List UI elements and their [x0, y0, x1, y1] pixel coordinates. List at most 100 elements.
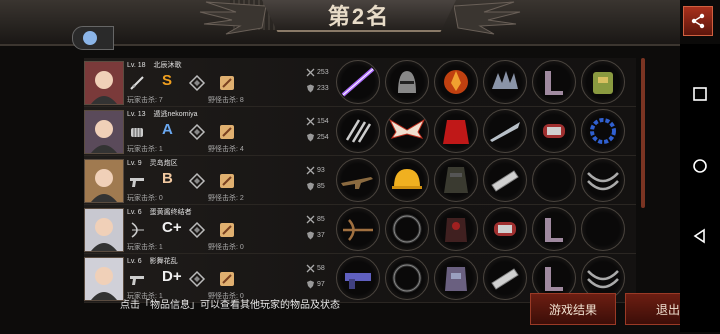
- crossbow-icon: [343, 219, 373, 241]
- item-slot[interactable]: [483, 207, 527, 251]
- defense-value: 85: [317, 183, 325, 190]
- item-slot[interactable]: [532, 109, 576, 153]
- bracer-icon: [543, 124, 565, 138]
- bow-icon: [131, 222, 144, 238]
- item-slot[interactable]: [581, 158, 625, 202]
- item-slot[interactable]: [434, 256, 478, 300]
- bracer-icon: [494, 222, 516, 236]
- item-slot[interactable]: [483, 109, 527, 153]
- pistol-icon: [130, 178, 144, 187]
- avatar[interactable]: [84, 257, 124, 301]
- item-slot[interactable]: [581, 60, 625, 104]
- defense-value: 233: [317, 85, 329, 92]
- item-slot[interactable]: [336, 158, 380, 202]
- item-slot[interactable]: [581, 207, 625, 251]
- red-cape-icon: [443, 120, 469, 144]
- item-info-icon[interactable]: [218, 270, 236, 288]
- item-slot[interactable]: [434, 158, 478, 202]
- right-wing-ornament: [454, 1, 521, 35]
- item-slot[interactable]: [532, 158, 576, 202]
- monster-kills: 野怪击杀: 8: [208, 97, 244, 104]
- player-row[interactable]: Lv. 6 蛋黄酱终结者 C+ 玩家击杀: 1 野怪击杀: 0 85 37: [84, 205, 636, 254]
- item-slot[interactable]: [434, 109, 478, 153]
- left-wing-ornament: [199, 1, 266, 35]
- player-row[interactable]: Lv. 13 遁逃nekomiya A 玩家击杀: 1 野怪击杀: 4 154 …: [84, 107, 636, 156]
- blaster-icon: [345, 273, 371, 289]
- rank-emblem-icon: [188, 270, 206, 288]
- swords-icon: [306, 264, 315, 273]
- rank-emblem-icon: [188, 172, 206, 190]
- weapon-type-icon: [128, 270, 146, 288]
- defense-stat: 254: [306, 133, 329, 142]
- item-slot[interactable]: [385, 256, 429, 300]
- shield-icon: [307, 133, 314, 142]
- player-level: Lv. 13: [127, 111, 146, 118]
- item-slot[interactable]: [336, 256, 380, 300]
- player-name: 蛋黄酱终结者: [149, 209, 192, 216]
- swords-icon: [306, 215, 315, 224]
- boots-icon: [545, 218, 563, 242]
- list-scrollbar[interactable]: [641, 58, 645, 208]
- player-row[interactable]: Lv. 9 灵岛炮区 B 玩家击杀: 0 野怪击杀: 2 93 85: [84, 156, 636, 205]
- item-slot[interactable]: [336, 207, 380, 251]
- pistol-icon: [130, 276, 144, 285]
- attack-stat: 154: [306, 117, 329, 126]
- item-slot[interactable]: [385, 60, 429, 104]
- share-button[interactable]: [683, 6, 713, 36]
- item-info-icon[interactable]: [218, 221, 236, 239]
- shield-icon: [307, 231, 314, 240]
- player-header: Lv. 13 遁逃nekomiya: [127, 109, 203, 119]
- item-slot[interactable]: [483, 60, 527, 104]
- player-name: 遁逃nekomiya: [153, 111, 198, 118]
- attack-stat: 93: [306, 166, 325, 175]
- attack-stat: 58: [306, 264, 325, 273]
- claw-icon: [345, 119, 372, 143]
- shield-icon: [307, 84, 314, 93]
- back-icon[interactable]: [692, 228, 708, 244]
- chain-icon: [590, 118, 616, 144]
- item-slot[interactable]: [434, 60, 478, 104]
- player-level: Lv. 18: [127, 62, 146, 69]
- item-slot[interactable]: [532, 207, 576, 251]
- item-slot[interactable]: [483, 158, 527, 202]
- item-slot[interactable]: [532, 60, 576, 104]
- self-avatar-tab[interactable]: [72, 26, 114, 50]
- item-slot[interactable]: [385, 158, 429, 202]
- player-level: Lv. 6: [127, 258, 142, 265]
- defense-stat: 97: [306, 280, 325, 289]
- item-slot[interactable]: [483, 256, 527, 300]
- item-info-icon[interactable]: [218, 123, 236, 141]
- avatar[interactable]: [84, 159, 124, 203]
- gauntlet-icon: [491, 268, 519, 290]
- recent-apps-icon[interactable]: [692, 86, 708, 102]
- weapon-type-icon: [128, 221, 146, 239]
- player-name: 影舞花乱: [149, 258, 178, 265]
- item-info-icon[interactable]: [218, 172, 236, 190]
- avatar[interactable]: [84, 110, 124, 154]
- item-slot[interactable]: [336, 109, 380, 153]
- hint-text: 点击「物品信息」可以查看其他玩家的物品及状态: [120, 300, 340, 311]
- item-slot[interactable]: [336, 60, 380, 104]
- defense-value: 254: [317, 134, 329, 141]
- weapon-type-icon: [128, 123, 146, 141]
- game-result-button[interactable]: 游戏结果: [530, 293, 616, 325]
- player-name: 灵岛炮区: [149, 160, 178, 167]
- item-slot[interactable]: [434, 207, 478, 251]
- shield-icon: [307, 182, 314, 191]
- rank-grade: A: [162, 121, 173, 138]
- player-header: Lv. 9 灵岛炮区: [127, 158, 184, 168]
- item-info-icon[interactable]: [218, 74, 236, 92]
- item-slot[interactable]: [581, 109, 625, 153]
- defense-value: 97: [317, 281, 325, 288]
- player-header: Lv. 6 影舞花乱: [127, 256, 184, 266]
- swords-icon: [306, 117, 315, 126]
- empty-slot: [533, 159, 575, 201]
- item-slot[interactable]: [385, 207, 429, 251]
- item-slot[interactable]: [385, 109, 429, 153]
- player-kills: 玩家击杀: 7: [127, 97, 163, 104]
- player-row[interactable]: Lv. 18 北辰沐歌 S 玩家击杀: 7 野怪击杀: 8 253 233: [84, 58, 636, 107]
- avatar[interactable]: [84, 61, 124, 105]
- avatar[interactable]: [84, 208, 124, 252]
- player-kills: 玩家击杀: 1: [127, 146, 163, 153]
- home-icon[interactable]: [692, 158, 708, 174]
